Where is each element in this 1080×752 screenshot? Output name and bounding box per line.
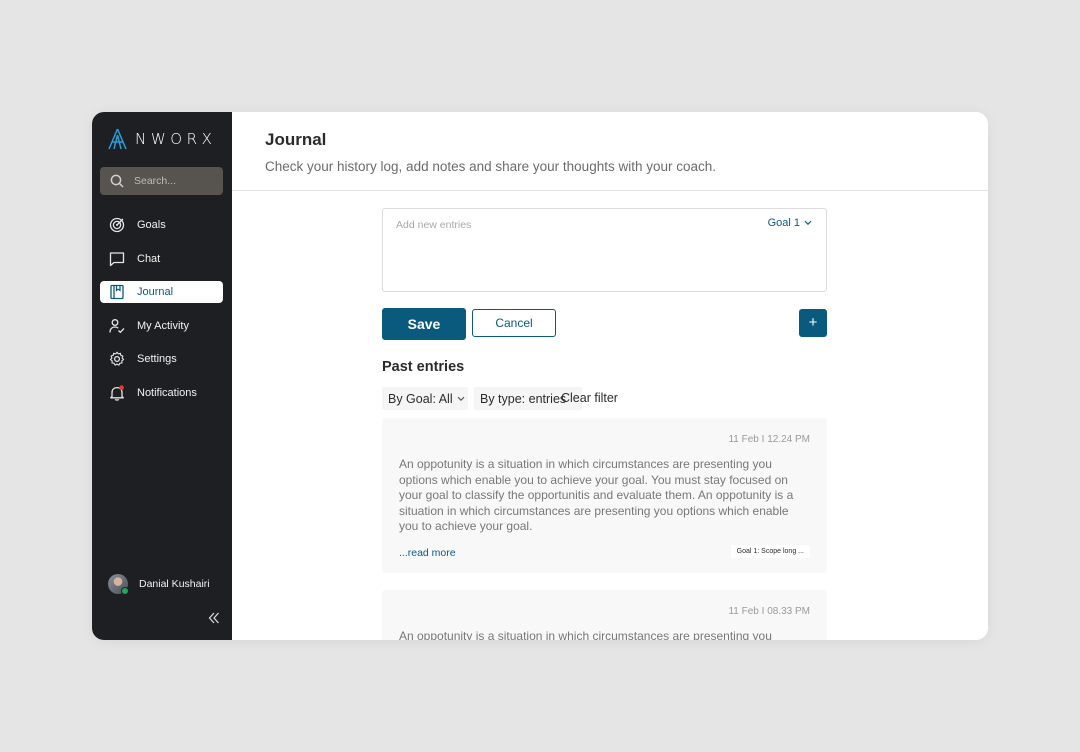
app-window: NWORX Goals xyxy=(92,112,988,640)
sidebar-nav: Goals Chat Journal My Activity Settings … xyxy=(100,214,223,416)
gear-icon xyxy=(109,351,125,367)
main-content: Journal Check your history log, add note… xyxy=(232,112,988,640)
logo-icon xyxy=(108,128,127,150)
page-header: Journal Check your history log, add note… xyxy=(232,112,988,191)
sidebar-item-label: Notifications xyxy=(137,386,197,399)
collapse-sidebar-icon[interactable] xyxy=(207,611,221,625)
sidebar-item-label: Journal xyxy=(137,286,174,299)
sidebar-item-label: Goals xyxy=(137,219,166,231)
chevron-down-icon xyxy=(457,396,465,401)
sidebar-item-label: My Activity xyxy=(137,319,189,332)
entry-date: 11 Feb I 12.24 PM xyxy=(728,434,810,445)
sidebar-item-my-activity[interactable]: My Activity xyxy=(100,315,223,337)
brand-name: NWORX xyxy=(135,130,217,148)
target-icon xyxy=(109,217,125,233)
search-icon xyxy=(110,174,124,188)
journal-entry-card: 11 Feb I 12.24 PM An oppotunity is a sit… xyxy=(382,418,827,573)
cancel-button[interactable]: Cancel xyxy=(472,309,556,337)
activity-icon xyxy=(109,318,125,334)
goal-dropdown[interactable]: Goal 1 xyxy=(768,217,812,229)
new-entry-box: Goal 1 xyxy=(382,208,827,292)
goal-dropdown-value: Goal 1 xyxy=(767,217,800,229)
chat-icon xyxy=(109,251,125,267)
add-entry-button[interactable]: + xyxy=(799,309,827,337)
entry-text: An oppotunity is a situation in which ci… xyxy=(399,629,772,640)
avatar xyxy=(108,574,129,595)
goal-filter-label: By Goal: All xyxy=(388,391,453,406)
goal-filter-dropdown[interactable]: By Goal: All xyxy=(382,387,468,410)
sidebar-item-journal[interactable]: Journal xyxy=(100,281,223,304)
sidebar-item-settings[interactable]: Settings xyxy=(100,348,223,370)
sidebar-item-label: Settings xyxy=(137,353,177,366)
chevron-down-icon xyxy=(804,220,812,226)
user-name: Danial Kushairi xyxy=(139,578,210,590)
search-box[interactable] xyxy=(100,167,223,195)
clear-filter-link[interactable]: Clear filter xyxy=(561,391,618,405)
new-entry-input[interactable] xyxy=(396,219,756,279)
read-more-link[interactable]: ...read more xyxy=(399,547,456,559)
page-title: Journal xyxy=(265,130,327,149)
entry-text: An oppotunity is a situation in which ci… xyxy=(399,457,794,533)
brand-logo[interactable]: NWORX xyxy=(108,128,217,150)
goal-tag: Goal 1: Scope long ... xyxy=(730,545,810,558)
search-input[interactable] xyxy=(134,175,214,187)
user-profile[interactable]: Danial Kushairi xyxy=(108,574,210,595)
save-button[interactable]: Save xyxy=(382,308,466,340)
online-status-icon xyxy=(121,587,129,595)
bell-icon xyxy=(109,385,125,401)
page-subtitle: Check your history log, add notes and sh… xyxy=(265,159,717,174)
entry-date: 11 Feb I 08.33 PM xyxy=(728,606,810,617)
sidebar: NWORX Goals xyxy=(92,112,232,640)
past-entries-title: Past entries xyxy=(382,359,465,375)
sidebar-item-chat[interactable]: Chat xyxy=(100,248,223,270)
sidebar-item-notifications[interactable]: Notifications xyxy=(100,382,223,404)
sidebar-item-goals[interactable]: Goals xyxy=(100,214,223,236)
sidebar-item-label: Chat xyxy=(137,252,161,265)
journal-entry-card: 11 Feb I 08.33 PM An oppotunity is a sit… xyxy=(382,590,827,640)
type-filter-label: By type: entries xyxy=(480,391,567,406)
journal-icon xyxy=(109,284,125,300)
